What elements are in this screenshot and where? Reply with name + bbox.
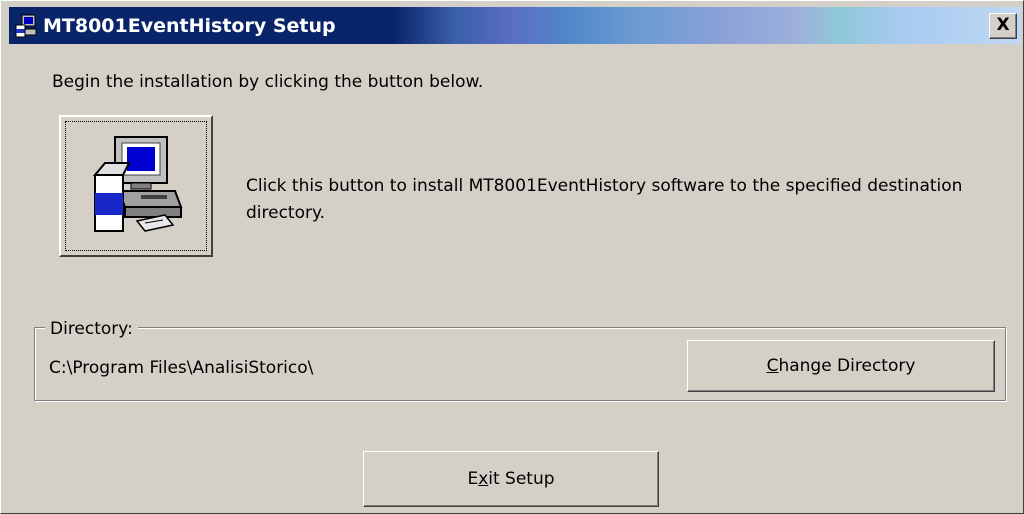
directory-path: C:\Program Files\AnalisiStorico\ [49, 358, 314, 378]
title-bar[interactable]: MT8001EventHistory Setup X [9, 7, 1021, 44]
install-description: Click this button to install MT8001Event… [246, 176, 963, 223]
directory-label: Directory: [45, 319, 138, 339]
intro-text: Begin the installation by clicking the b… [52, 72, 484, 92]
close-button[interactable]: X [989, 13, 1017, 39]
exit-label-pre: E [467, 469, 479, 489]
exit-accesskey: x [478, 469, 489, 489]
setup-computer-icon [92, 136, 183, 232]
install-button[interactable] [59, 115, 213, 257]
setup-app-icon [13, 13, 39, 39]
window-title: MT8001EventHistory Setup [43, 15, 336, 37]
change-directory-label-post: hange Directory [778, 356, 916, 376]
exit-label-post: it Setup [488, 469, 555, 489]
change-directory-accesskey: C [766, 356, 779, 376]
change-directory-button[interactable]: Change Directory [687, 340, 995, 392]
exit-setup-button[interactable]: Exit Setup [363, 451, 659, 507]
setup-window: MT8001EventHistory Setup X Begin the ins… [0, 0, 1024, 514]
